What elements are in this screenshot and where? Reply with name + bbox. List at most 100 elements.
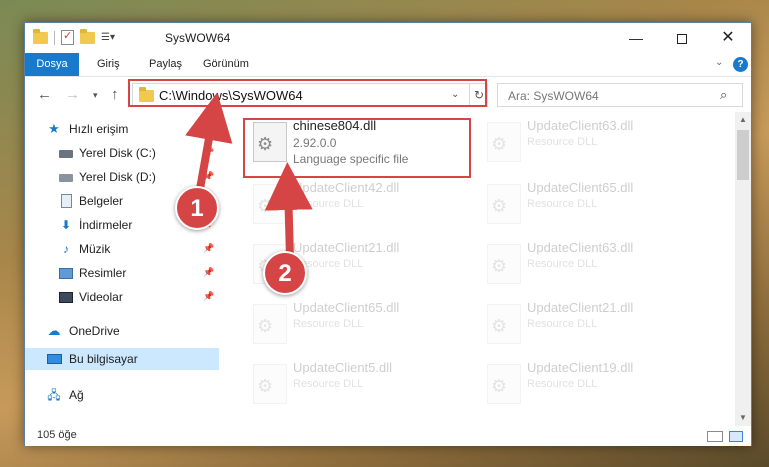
file-type: Resource DLL <box>527 258 598 270</box>
file-type: Resource DLL <box>527 318 598 330</box>
back-arrow-icon[interactable]: ← <box>37 86 52 103</box>
gear-icon: ⚙ <box>257 376 274 396</box>
sidebar-item-pictures[interactable]: Resimler 📌 <box>25 262 219 284</box>
file-tile[interactable]: ⚙ UpdateClient63.dll Resource DLL <box>479 112 709 174</box>
tab-share[interactable]: Paylaş <box>137 53 194 76</box>
sidebar-item-label: Yerel Disk (D:) <box>79 170 156 184</box>
help-icon[interactable]: ? <box>733 57 748 72</box>
dll-file-icon: ⚙ <box>487 364 521 404</box>
file-tile[interactable]: ⚙ UpdateClient19.dll Resource DLL <box>479 354 709 416</box>
sidebar-item-label: Yerel Disk (C:) <box>79 146 156 160</box>
status-bar: 105 öğe <box>25 426 751 446</box>
sidebar-item-drive-c[interactable]: Yerel Disk (C:) 📌 <box>25 142 219 164</box>
step-badge-1: 1 <box>175 186 219 230</box>
tab-file[interactable]: Dosya <box>25 53 79 76</box>
file-type: Resource DLL <box>527 198 598 210</box>
gear-icon: ⚙ <box>491 134 508 154</box>
file-name: UpdateClient5.dll <box>293 360 393 375</box>
recent-locations-icon[interactable]: ▾ <box>93 90 98 101</box>
gear-icon: ⚙ <box>491 376 508 396</box>
download-icon: ⬇ <box>60 218 72 232</box>
sidebar-item-quick-access[interactable]: ★ Hızlı erişim <box>25 118 219 140</box>
dll-file-icon: ⚙ <box>487 304 521 344</box>
vertical-scrollbar[interactable]: ▲ ▼ <box>735 112 751 426</box>
file-name: UpdateClient65.dll <box>527 180 634 195</box>
gear-icon: ⚙ <box>257 316 274 336</box>
star-icon: ★ <box>48 121 60 136</box>
file-tile[interactable]: ⚙ UpdateClient65.dll Resource DLL <box>245 294 475 356</box>
dll-file-icon: ⚙ <box>487 122 521 162</box>
sidebar-item-this-pc[interactable]: Bu bilgisayar <box>25 348 219 370</box>
gear-icon: ⚙ <box>491 256 508 276</box>
properties-icon[interactable] <box>61 29 74 45</box>
search-placeholder: Ara: SysWOW64 <box>508 89 599 103</box>
music-icon: ♪ <box>63 242 69 256</box>
pin-icon[interactable]: 📌 <box>203 243 214 254</box>
maximize-button[interactable] <box>659 23 705 53</box>
new-folder-icon[interactable] <box>80 28 95 44</box>
item-count: 105 öğe <box>37 429 77 441</box>
cloud-icon: ☁ <box>47 323 61 338</box>
file-type: Resource DLL <box>293 378 364 390</box>
customize-toolbar-icon[interactable]: ☰▾ <box>101 32 115 43</box>
sidebar-item-drive-d[interactable]: Yerel Disk (D:) 📌 <box>25 166 219 188</box>
sidebar-item-label: Videolar <box>79 290 123 304</box>
file-type: Resource DLL <box>293 198 364 210</box>
address-bar-highlight <box>128 79 487 107</box>
search-input[interactable]: Ara: SysWOW64 ⌕ <box>497 83 743 107</box>
drive-icon <box>59 150 73 158</box>
minimize-button[interactable]: — <box>613 23 659 53</box>
navigation-pane: ★ Hızlı erişim Yerel Disk (C:) 📌 Yerel D… <box>25 112 219 426</box>
search-icon[interactable]: ⌕ <box>720 87 727 103</box>
video-icon <box>59 292 73 303</box>
folder-icon <box>33 28 48 44</box>
file-tile[interactable]: ⚙ UpdateClient21.dll Resource DLL <box>479 294 709 356</box>
gear-icon: ⚙ <box>491 316 508 336</box>
file-name: UpdateClient63.dll <box>527 118 634 133</box>
sidebar-item-label: Hızlı erişim <box>69 122 129 136</box>
file-tile[interactable]: ⚙ UpdateClient65.dll Resource DLL <box>479 174 709 236</box>
file-tile[interactable]: ⚙ UpdateClient42.dll Resource DLL <box>245 174 475 236</box>
details-view-icon[interactable] <box>707 431 723 442</box>
sidebar-item-onedrive[interactable]: ☁ OneDrive <box>25 320 219 342</box>
file-name: UpdateClient65.dll <box>293 300 400 315</box>
quick-access-toolbar: ☰▾ <box>33 28 115 45</box>
forward-arrow-icon[interactable]: → <box>65 86 80 103</box>
pin-icon[interactable]: 📌 <box>203 267 214 278</box>
file-type: Resource DLL <box>293 318 364 330</box>
dll-file-icon: ⚙ <box>253 184 287 224</box>
file-name: UpdateClient21.dll <box>293 240 400 255</box>
sidebar-item-label: Belgeler <box>79 194 124 208</box>
tab-view[interactable]: Görünüm <box>191 53 261 76</box>
gear-icon: ⚙ <box>491 196 508 216</box>
file-highlight <box>243 118 471 178</box>
tiles-view-icon[interactable] <box>729 431 743 442</box>
scroll-down-icon[interactable]: ▼ <box>735 410 751 426</box>
dll-file-icon: ⚙ <box>487 184 521 224</box>
file-tile[interactable]: ⚙ UpdateClient63.dll Resource DLL <box>479 234 709 296</box>
file-name: UpdateClient19.dll <box>527 360 634 375</box>
sidebar-item-music[interactable]: ♪ Müzik 📌 <box>25 238 219 260</box>
file-type: Resource DLL <box>527 378 598 390</box>
tab-home[interactable]: Giriş <box>85 53 132 76</box>
pin-icon[interactable]: 📌 <box>203 291 214 302</box>
file-tile[interactable]: ⚙ UpdateClient5.dll Resource DLL <box>245 354 475 416</box>
ribbon-expand-icon[interactable]: ⌄ <box>715 57 723 68</box>
pin-icon[interactable]: 📌 <box>203 171 214 182</box>
file-name: UpdateClient42.dll <box>293 180 400 195</box>
scroll-thumb[interactable] <box>737 130 749 180</box>
sidebar-item-network[interactable]: 🖧 Ağ <box>25 384 219 406</box>
close-button[interactable]: ✕ <box>705 23 751 53</box>
sidebar-item-videos[interactable]: Videolar 📌 <box>25 286 219 308</box>
documents-icon <box>61 194 72 208</box>
file-type: Resource DLL <box>527 136 598 148</box>
dll-file-icon: ⚙ <box>253 364 287 404</box>
pin-icon[interactable]: 📌 <box>203 147 214 158</box>
sidebar-item-label: OneDrive <box>69 324 120 338</box>
file-name: UpdateClient21.dll <box>527 300 634 315</box>
network-icon: 🖧 <box>47 388 61 402</box>
up-arrow-icon[interactable]: ↑ <box>111 86 119 103</box>
scroll-up-icon[interactable]: ▲ <box>735 112 751 128</box>
title-bar: ☰▾ SysWOW64 — ✕ <box>25 23 751 53</box>
window-title: SysWOW64 <box>165 31 231 45</box>
